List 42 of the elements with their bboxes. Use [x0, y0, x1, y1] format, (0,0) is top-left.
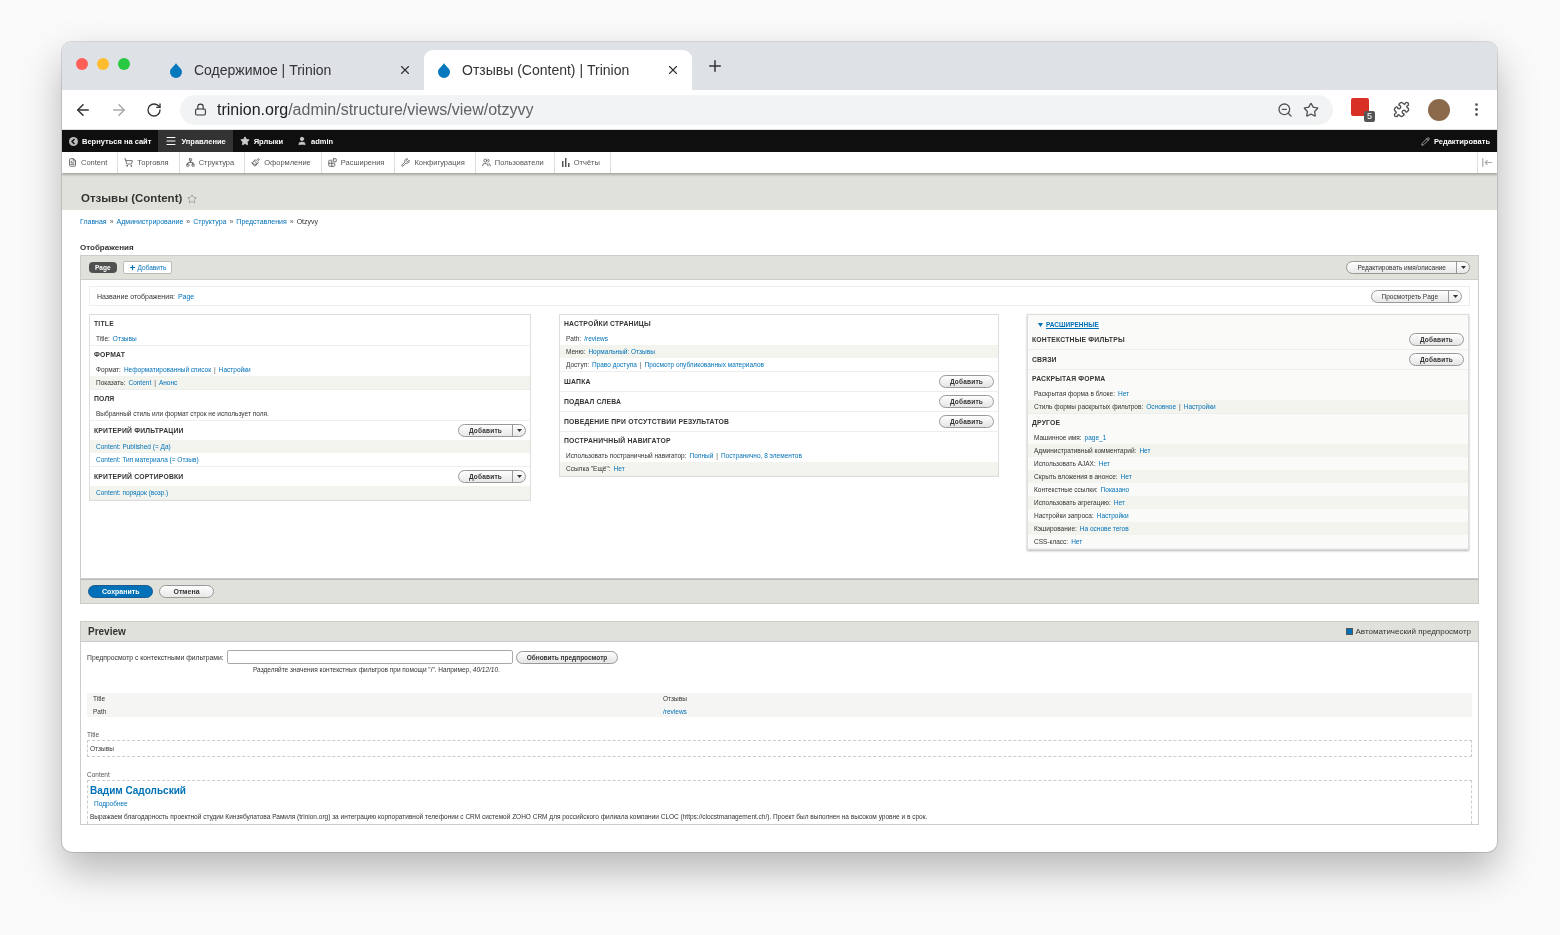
pencil-icon: [1420, 136, 1430, 146]
checkbox-label: Автоматический предпросмотр: [1355, 627, 1471, 636]
caret-icon: [1460, 266, 1466, 269]
browser-tab[interactable]: Содержимое | Trinion: [156, 50, 424, 90]
back-circle-icon: [69, 136, 78, 146]
triangle-down-icon: [1038, 322, 1043, 327]
new-tab-icon[interactable]: [706, 57, 724, 75]
caret-icon: [516, 429, 522, 432]
lock-icon: [194, 103, 207, 116]
hierarchy-icon: [185, 158, 195, 167]
user-icon: [297, 136, 308, 146]
star-icon: [239, 136, 250, 146]
favorite-star-icon[interactable]: [187, 194, 198, 204]
close-icon[interactable]: [666, 63, 680, 77]
blocks-icon: [327, 158, 337, 167]
section-label: Отображения: [80, 243, 135, 252]
plus-icon: [128, 264, 136, 271]
caret-icon: [516, 475, 522, 478]
page-title: Отзывы (Content): [81, 192, 183, 204]
address-bar[interactable]: trinion.org/admin/structure/views/view/otzyvy: [180, 94, 1333, 125]
wrench-icon: [401, 158, 411, 167]
extension-badge: 5: [1364, 110, 1375, 122]
menu-icon: [165, 135, 178, 147]
reload-icon[interactable]: [146, 101, 162, 118]
caret-icon: [1452, 294, 1458, 298]
profile-avatar[interactable]: [1428, 98, 1450, 121]
document-icon: [68, 158, 77, 167]
cart-icon: [124, 158, 134, 167]
filter-input[interactable]: [226, 650, 513, 664]
users-icon: [481, 158, 491, 167]
brush-icon: [251, 158, 261, 167]
close-icon[interactable]: [398, 63, 412, 77]
drupal-logo-icon: [168, 62, 184, 78]
extensions-icon[interactable]: [1393, 101, 1410, 118]
bookmark-star-icon[interactable]: [1303, 101, 1319, 118]
drupal-logo-icon: [436, 62, 452, 78]
author-link[interactable]: Вадим Садольский: [90, 785, 1469, 796]
zoom-out-icon[interactable]: [1277, 101, 1293, 118]
auto-preview-checkbox[interactable]: [1345, 628, 1353, 635]
browser-tab[interactable]: Отзывы (Content) | Trinion: [424, 50, 692, 90]
bar-chart-icon: [560, 158, 570, 167]
preview-title: Preview: [88, 626, 126, 637]
